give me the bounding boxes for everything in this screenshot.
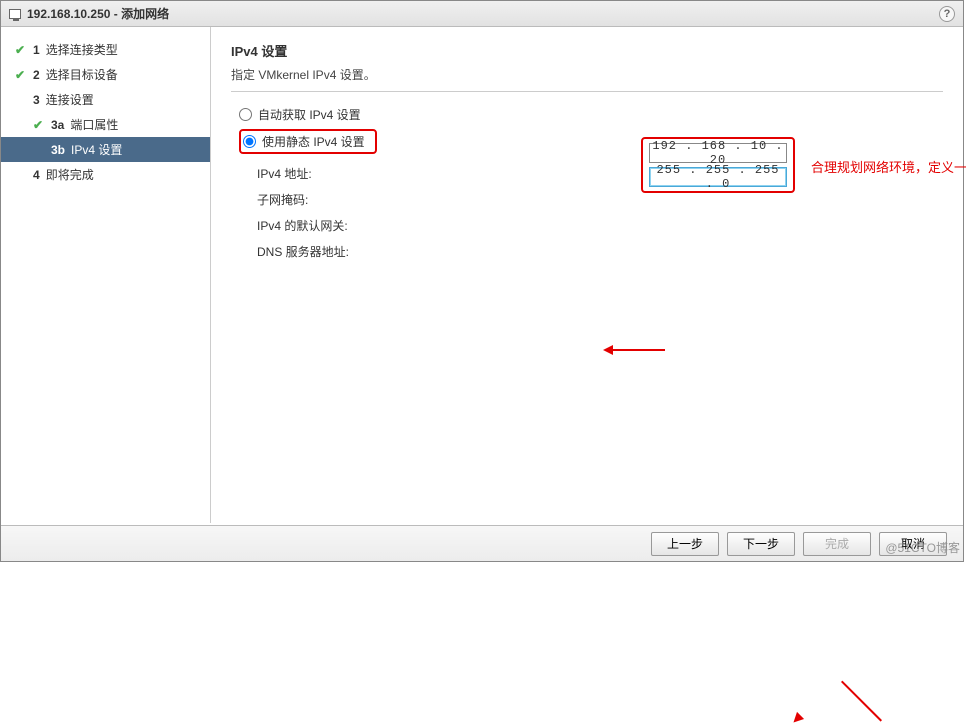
radio-auto[interactable] (239, 108, 252, 121)
ipv4-address-input[interactable]: 192 . 168 . 10 . 20 (649, 143, 787, 163)
sidebar-item-ready-complete[interactable]: 4 即将完成 (1, 162, 210, 187)
host-icon (9, 9, 21, 19)
label-dns-servers: DNS 服务器地址: (257, 243, 417, 260)
help-icon[interactable]: ? (939, 6, 955, 22)
divider (231, 91, 943, 92)
label-subnet-mask: 子网掩码: (257, 191, 417, 208)
sidebar-item-ipv4-settings[interactable]: 3b IPv4 设置 (1, 137, 210, 162)
step-label: 选择连接类型 (46, 41, 118, 58)
subnet-mask-input[interactable]: 255 . 255 . 255 . 0 (649, 167, 787, 187)
radio-static[interactable] (243, 135, 256, 148)
check-icon: ✔ (15, 43, 29, 57)
step-label: 连接设置 (46, 91, 94, 108)
step-label: IPv4 设置 (71, 141, 122, 158)
dialog-body: ✔ 1 选择连接类型 ✔ 2 选择目标设备 3 连接设置 ✔ 3a 端口属性 (1, 27, 963, 523)
step-label: 端口属性 (70, 116, 118, 133)
label-ipv4-address: IPv4 地址: (257, 165, 417, 182)
step-number: 3 (33, 93, 40, 107)
window-title: 192.168.10.250 - 添加网络 (27, 5, 169, 22)
wizard-sidebar: ✔ 1 选择连接类型 ✔ 2 选择目标设备 3 连接设置 ✔ 3a 端口属性 (1, 27, 211, 523)
label-default-gateway: IPv4 的默认网关: (257, 217, 417, 234)
step-label: 选择目标设备 (46, 66, 118, 83)
next-button[interactable]: 下一步 (727, 532, 795, 556)
check-icon: ✔ (15, 68, 29, 82)
annotation-box-static: 使用静态 IPv4 设置 (239, 129, 377, 154)
sidebar-item-connection-type[interactable]: ✔ 1 选择连接类型 (1, 37, 210, 62)
step-number: 3b (51, 143, 65, 157)
step-number: 4 (33, 168, 40, 182)
step-number: 3a (51, 118, 64, 132)
back-button[interactable]: 上一步 (651, 532, 719, 556)
dialog-footer: 上一步 下一步 完成 取消 (1, 525, 963, 561)
sidebar-item-connection-settings[interactable]: 3 连接设置 (1, 87, 210, 112)
check-icon: ✔ (33, 118, 47, 132)
annotation-text: 合理规划网络环境，定义一个静态的IP地址 (811, 157, 966, 176)
watermark: @51CTO博客 (885, 539, 960, 556)
step-number: 2 (33, 68, 40, 82)
content-pane: IPv4 设置 指定 VMkernel IPv4 设置。 自动获取 IPv4 设… (211, 27, 963, 523)
radio-static-row[interactable]: 使用静态 IPv4 设置 (239, 129, 943, 154)
page-title: IPv4 设置 (231, 41, 943, 60)
sidebar-item-port-properties[interactable]: ✔ 3a 端口属性 (1, 112, 210, 137)
radio-static-label: 使用静态 IPv4 设置 (262, 133, 365, 150)
step-number: 1 (33, 43, 40, 57)
page-subtitle: 指定 VMkernel IPv4 设置。 (231, 66, 943, 83)
titlebar: 192.168.10.250 - 添加网络 ? (1, 1, 963, 27)
step-label: 即将完成 (46, 166, 94, 183)
dialog-window: 192.168.10.250 - 添加网络 ? ✔ 1 选择连接类型 ✔ 2 选… (0, 0, 964, 562)
sidebar-item-target-device[interactable]: ✔ 2 选择目标设备 (1, 62, 210, 87)
radio-auto-label: 自动获取 IPv4 设置 (258, 106, 361, 123)
radio-auto-row[interactable]: 自动获取 IPv4 设置 (239, 106, 943, 123)
finish-button: 完成 (803, 532, 871, 556)
annotation-box-ip: 192 . 168 . 10 . 20 255 . 255 . 255 . 0 (641, 137, 795, 193)
